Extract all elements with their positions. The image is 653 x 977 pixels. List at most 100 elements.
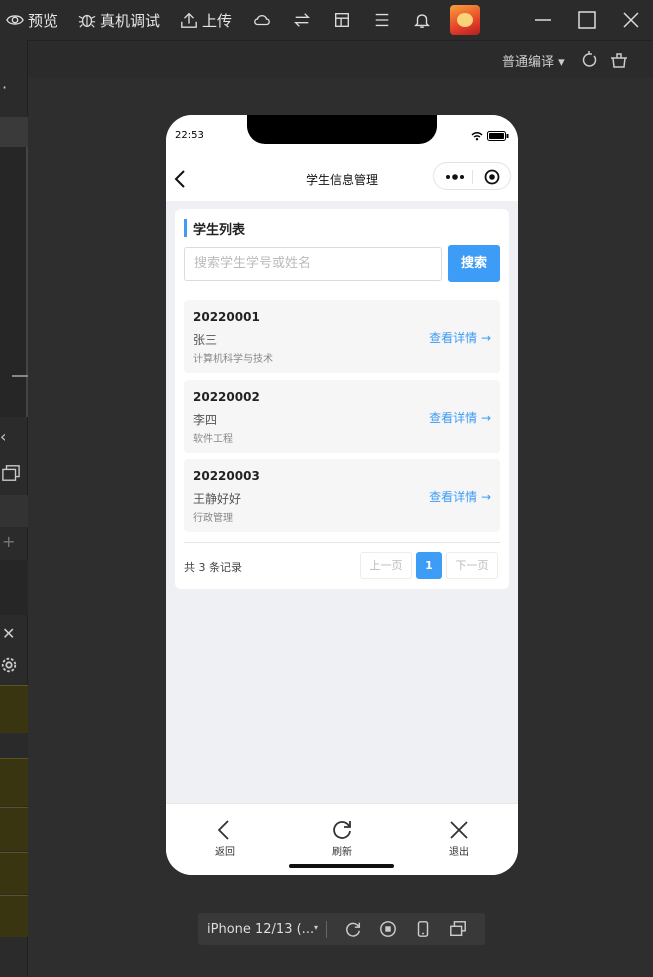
student-id: 20220003 [193,469,260,483]
student-name: 王静好好 [193,492,242,506]
layout-button[interactable] [322,0,362,40]
eye-icon [6,15,24,25]
view-detail-link[interactable]: 查看详情 → [429,329,491,346]
tab-back-label: 返回 [215,847,235,858]
console-row [0,758,28,806]
console-row [0,852,28,894]
tab-exit[interactable]: 退出 [429,818,489,858]
student-item[interactable]: 20220001 张三 计算机科学与技术 查看详情 → [184,300,500,373]
current-page[interactable]: 1 [416,552,442,579]
card-title: 学生列表 [193,223,246,238]
pagination-divider [184,542,500,543]
console-row [0,807,28,851]
left-panel-row [0,117,28,147]
student-item[interactable]: 20220003 王静好好 行政管理 查看详情 → [184,459,500,532]
left-panel-row-3 [0,560,28,615]
device-select[interactable]: iPhone 12/13 (... [207,922,314,937]
detach-window-icon[interactable] [449,920,467,938]
left-panel-strip: · ‹ + ✕ [0,40,28,977]
menu-button[interactable] [362,0,402,40]
debug-button[interactable]: 真机调试 [72,0,166,40]
status-icons [471,131,509,141]
title-accent-bar [184,219,187,237]
maximize-icon [578,11,596,29]
bottom-tab-bar: 返回 刷新 退出 [166,803,518,875]
search-input[interactable]: 搜索学生学号或姓名 [184,247,442,281]
left-panel-handle[interactable] [12,375,28,377]
tab-back[interactable]: 返回 [195,818,255,858]
switch-button[interactable] [282,0,322,40]
refresh-icon [333,821,351,839]
wifi-icon [471,132,483,141]
notification-button[interactable] [402,0,442,40]
close-window-button[interactable] [609,0,653,40]
more-dots-icon[interactable] [445,171,465,183]
student-item[interactable]: 20220002 李四 软件工程 查看详情 → [184,380,500,453]
next-page-button[interactable]: 下一页 [446,552,498,579]
preview-button[interactable]: 预览 [0,0,64,40]
user-avatar[interactable] [450,5,481,35]
upload-icon [181,12,197,28]
status-bar: 22:53 [166,115,518,157]
bug-icon [78,14,96,28]
ide-toolbar: 预览 真机调试 上传 [0,0,653,40]
refresh-compile-icon[interactable] [579,50,599,70]
left-close[interactable]: ✕ [2,624,15,643]
battery-icon [487,131,509,141]
view-detail-link[interactable]: 查看详情 → [429,488,491,505]
window-icon [2,465,20,481]
layout-icon [335,13,350,27]
tab-exit-label: 退出 [449,847,469,858]
close-miniprogram-icon[interactable] [484,169,500,185]
clear-cache-icon[interactable] [609,50,629,70]
total-records: 共 3 条记录 [184,561,242,574]
simulator-toolbar: 普通编译 ▾ [0,40,653,78]
tab-refresh[interactable]: 刷新 [312,818,372,858]
prev-page-button[interactable]: 上一页 [360,552,412,579]
close-icon [450,821,468,839]
console-row [0,895,28,937]
cloud-button[interactable] [242,0,282,40]
rotate-icon[interactable] [344,920,362,938]
left-plus[interactable]: + [2,532,15,551]
phone-icon[interactable] [414,920,432,938]
capsule-menu [433,162,511,190]
student-name: 张三 [193,333,218,347]
left-window-icon-row[interactable] [0,460,28,490]
device-bar-divider [326,921,327,938]
student-name: 李四 [193,413,218,427]
bell-icon [414,14,430,28]
left-panel-row-2 [0,495,28,527]
phone-simulator: 22:53 学生信息管理 学生列表 搜索学生学号或姓名 搜索 20220001 … [166,115,518,875]
minimize-icon [535,19,551,21]
settings-gear-icon[interactable] [0,656,18,674]
status-time: 22:53 [175,130,204,141]
back-icon [217,820,229,840]
chevron-down-icon[interactable]: ▾ [314,923,318,932]
student-id: 20220001 [193,310,260,324]
home-indicator [289,864,394,868]
nav-bar: 学生信息管理 [166,157,518,201]
student-major: 计算机科学与技术 [193,354,273,365]
console-row [0,685,28,733]
device-bar: iPhone 12/13 (... ▾ [198,913,485,945]
cloud-icon [254,15,270,26]
search-button[interactable]: 搜索 [448,245,500,282]
console-row [0,734,28,758]
upload-label: 上传 [202,11,233,30]
swap-icon [294,13,310,27]
capsule-divider [472,170,473,184]
record-icon[interactable] [379,920,397,938]
debug-label: 真机调试 [100,11,161,30]
student-id: 20220002 [193,390,260,404]
left-dots: · [2,78,8,97]
maximize-button[interactable] [565,0,609,40]
student-major: 软件工程 [193,434,233,445]
minimize-button[interactable] [521,0,565,40]
upload-button[interactable]: 上传 [174,0,238,40]
tab-refresh-label: 刷新 [332,847,352,858]
student-list-card: 学生列表 搜索学生学号或姓名 搜索 20220001 张三 计算机科学与技术 查… [175,209,509,589]
left-collapse[interactable]: ‹ [0,427,6,446]
view-detail-link[interactable]: 查看详情 → [429,409,491,426]
compile-mode-select[interactable]: 普通编译 ▾ [502,51,565,70]
